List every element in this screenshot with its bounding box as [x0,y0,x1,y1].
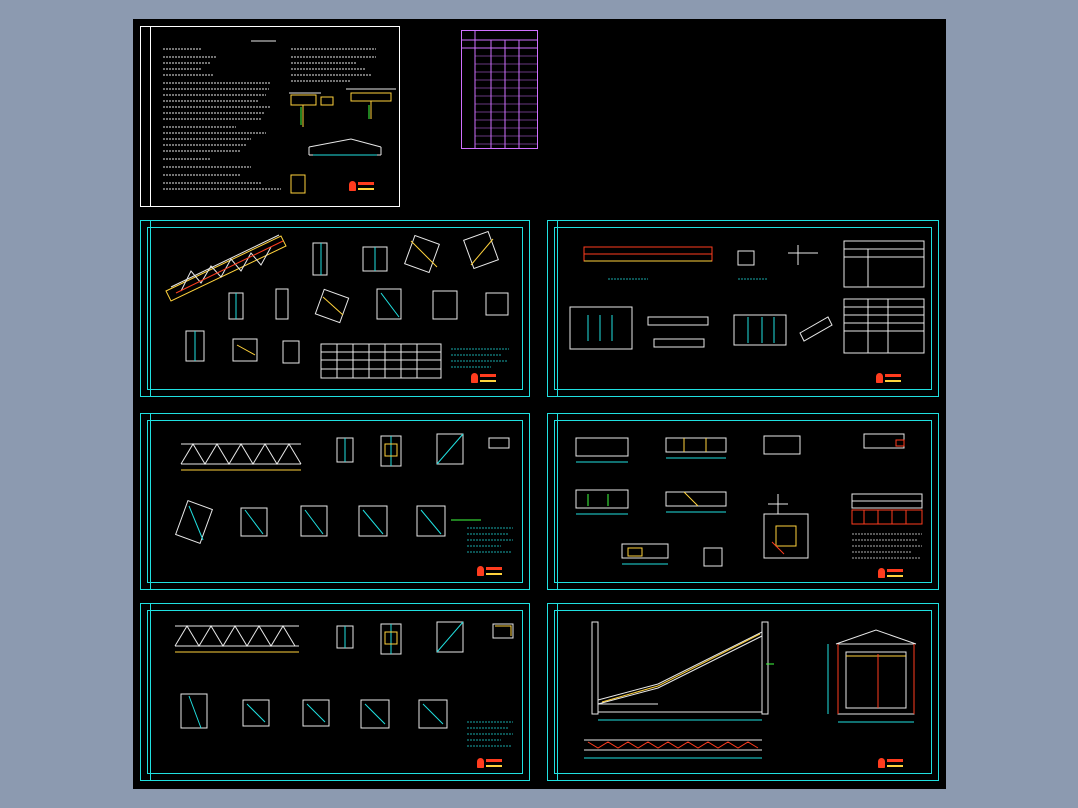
company-logo-stamp [477,756,503,772]
company-logo-stamp [349,179,375,195]
sheet-truss-joint-details[interactable] [140,220,530,397]
sheet-member-schedule[interactable] [547,220,939,397]
material-schedule-table [461,30,538,149]
column-base-drawing [575,433,923,567]
sheet-column-base-details[interactable] [547,413,939,590]
sheet-design-notes[interactable] [140,26,400,207]
sheet-truss-elevation-b[interactable] [140,603,530,781]
company-logo-stamp [471,371,497,387]
company-logo-stamp [878,756,904,772]
company-logo-stamp [477,564,503,580]
truss-elevation-b-drawing [174,621,514,747]
sheet-gallery-section[interactable] [547,603,939,781]
sheet-truss-elevation-a[interactable] [140,413,530,590]
cad-drawing-canvas[interactable] [133,19,946,789]
company-logo-stamp [876,371,902,387]
company-logo-stamp [878,566,904,582]
truss-elevation-a-drawing [174,433,513,553]
